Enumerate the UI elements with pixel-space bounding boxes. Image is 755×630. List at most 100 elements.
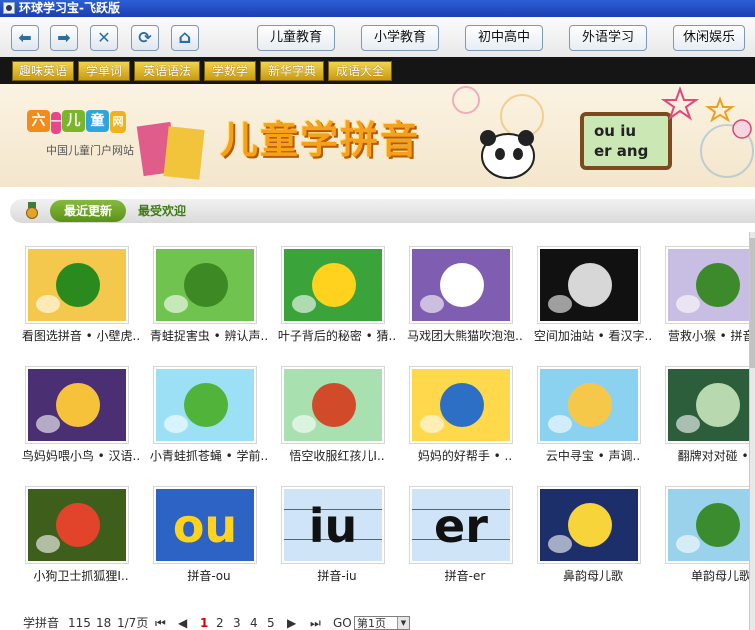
content-item[interactable]: 翻牌对对碰 • 汉	[660, 352, 755, 474]
item-caption[interactable]: 拼音-er	[404, 568, 526, 602]
tab-popular[interactable]: 最受欢迎	[138, 200, 186, 222]
tab-grammar[interactable]: 英语语法	[134, 61, 200, 81]
item-thumbnail[interactable]	[281, 366, 385, 444]
item-thumbnail[interactable]: iu	[281, 486, 385, 564]
item-thumbnail[interactable]	[153, 246, 257, 324]
thumbnail-image: iu	[284, 489, 382, 561]
content-item[interactable]: 叶子背后的秘密 • 猜..	[276, 232, 398, 354]
thumbnail-shape	[568, 263, 612, 307]
content-item[interactable]: 妈妈的好帮手 • ..	[404, 352, 526, 474]
content-item[interactable]: er 拼音-er	[404, 472, 526, 594]
item-caption[interactable]: 鼻韵母儿歌	[532, 568, 654, 602]
page-link[interactable]: 5	[267, 616, 275, 630]
item-thumbnail[interactable]	[537, 366, 641, 444]
board-line: er ang	[594, 142, 649, 160]
refresh-icon: ⟳	[138, 28, 152, 47]
category-foreign-language[interactable]: 外语学习	[569, 25, 647, 51]
item-caption[interactable]: 单韵母儿歌	[660, 568, 755, 602]
stop-button[interactable]: ✕	[90, 25, 118, 51]
item-thumbnail[interactable]	[665, 246, 755, 324]
thumbnail-shape	[568, 503, 612, 547]
thumbnail-image	[28, 489, 126, 561]
category-leisure[interactable]: 休闲娱乐	[673, 25, 745, 51]
vertical-scrollbar[interactable]	[749, 232, 755, 630]
content-item[interactable]: 看图选拼音 • 小壁虎..	[20, 232, 142, 354]
content-item[interactable]: iu 拼音-iu	[276, 472, 398, 594]
thumbnail-shape	[36, 535, 60, 553]
last-page-icon[interactable]: ⏭	[310, 616, 321, 630]
content-item[interactable]: 马戏团大熊猫吹泡泡..	[404, 232, 526, 354]
content-item[interactable]: 单韵母儿歌	[660, 472, 755, 594]
logo-char: 一	[51, 112, 61, 134]
content-item[interactable]: 空间加油站 • 看汉字..	[532, 232, 654, 354]
forward-button[interactable]: ➡	[50, 25, 78, 51]
item-caption[interactable]: 小狗卫士抓狐狸I..	[20, 568, 142, 602]
next-page-icon[interactable]: ▶	[287, 616, 296, 630]
thumbnail-image	[540, 369, 638, 441]
content-grid: 看图选拼音 • 小壁虎.. 青蛙捉害虫 • 辨认声.. 叶子背后的秘密 • 猜.. 马…	[0, 232, 755, 600]
tab-dictionary[interactable]: 新华字典	[260, 61, 324, 81]
window-titlebar: 环球学习宝-飞跃版	[0, 0, 755, 17]
content-item[interactable]: 鸟妈妈喂小鸟 • 汉语..	[20, 352, 142, 474]
page-link-current[interactable]: 1	[200, 616, 208, 630]
content-item[interactable]: 悟空收服红孩儿I..	[276, 352, 398, 474]
content-item[interactable]: 小狗卫士抓狐狸I..	[20, 472, 142, 594]
page-link[interactable]: 2	[216, 616, 224, 630]
go-button[interactable]: GO	[333, 616, 352, 630]
item-thumbnail[interactable]	[665, 366, 755, 444]
section-tabs: 最近更新 最受欢迎	[0, 187, 755, 232]
item-thumbnail[interactable]: er	[409, 486, 513, 564]
first-page-icon[interactable]: ⏮	[155, 616, 166, 630]
tab-fun-english[interactable]: 趣味英语	[12, 61, 74, 81]
page-link[interactable]: 4	[250, 616, 258, 630]
category-primary[interactable]: 小学教育	[361, 25, 439, 51]
prev-page-icon[interactable]: ◀	[178, 616, 187, 630]
item-caption[interactable]: 拼音-ou	[148, 568, 270, 602]
category-middle-high[interactable]: 初中高中	[465, 25, 543, 51]
subject-tabbar: 趣味英语 学单词 英语语法 学数学 新华字典 成语大全	[0, 57, 755, 84]
content-item[interactable]: 青蛙捉害虫 • 辨认声..	[148, 232, 270, 354]
tab-latest[interactable]: 最近更新	[50, 200, 126, 222]
content-item[interactable]: 营救小猴 • 拼音习..	[660, 232, 755, 354]
item-thumbnail[interactable]	[25, 246, 129, 324]
item-caption[interactable]: 拼音-iu	[276, 568, 398, 602]
tab-vocabulary[interactable]: 学单词	[78, 61, 130, 81]
thumbnail-shape	[676, 415, 700, 433]
logo-subtitle: 中国儿童门户网站	[46, 144, 134, 157]
item-thumbnail[interactable]	[537, 486, 641, 564]
tab-idioms[interactable]: 成语大全	[328, 61, 392, 81]
thumbnail-shape	[440, 383, 484, 427]
thumbnail-image	[28, 369, 126, 441]
thumbnail-pinyin-text: ou	[172, 499, 238, 553]
refresh-button[interactable]: ⟳	[131, 25, 159, 51]
scrollbar-thumb[interactable]	[750, 238, 755, 368]
medal-icon	[24, 202, 40, 220]
item-thumbnail[interactable]	[25, 486, 129, 564]
item-thumbnail[interactable]	[153, 366, 257, 444]
item-thumbnail[interactable]	[25, 366, 129, 444]
tab-math[interactable]: 学数学	[204, 61, 256, 81]
thumbnail-shape	[696, 263, 740, 307]
item-thumbnail[interactable]	[665, 486, 755, 564]
page-link[interactable]: 3	[233, 616, 241, 630]
item-thumbnail[interactable]	[409, 246, 513, 324]
content-item[interactable]: 小青蛙抓苍蝇 • 学前..	[148, 352, 270, 474]
item-thumbnail[interactable]	[409, 366, 513, 444]
thumbnail-shape	[548, 415, 572, 433]
app-icon	[3, 2, 15, 14]
content-item[interactable]: 鼻韵母儿歌	[532, 472, 654, 594]
item-thumbnail[interactable]: ou	[153, 486, 257, 564]
content-item[interactable]: 云中寻宝 • 声调..	[532, 352, 654, 474]
category-children[interactable]: 儿童教育	[257, 25, 335, 51]
thumbnail-shape	[312, 263, 356, 307]
content-item[interactable]: ou 拼音-ou	[148, 472, 270, 594]
site-logo[interactable]: 六一儿童网	[27, 110, 127, 134]
thumbnail-shape	[420, 415, 444, 433]
home-button[interactable]: ⌂	[171, 25, 199, 51]
back-button[interactable]: ⬅	[11, 25, 39, 51]
pager-label: 学拼音	[23, 616, 60, 630]
item-thumbnail[interactable]	[537, 246, 641, 324]
item-thumbnail[interactable]	[281, 246, 385, 324]
page-select[interactable]: 第1页 ▼	[354, 616, 410, 630]
logo-char: 网	[110, 111, 126, 133]
